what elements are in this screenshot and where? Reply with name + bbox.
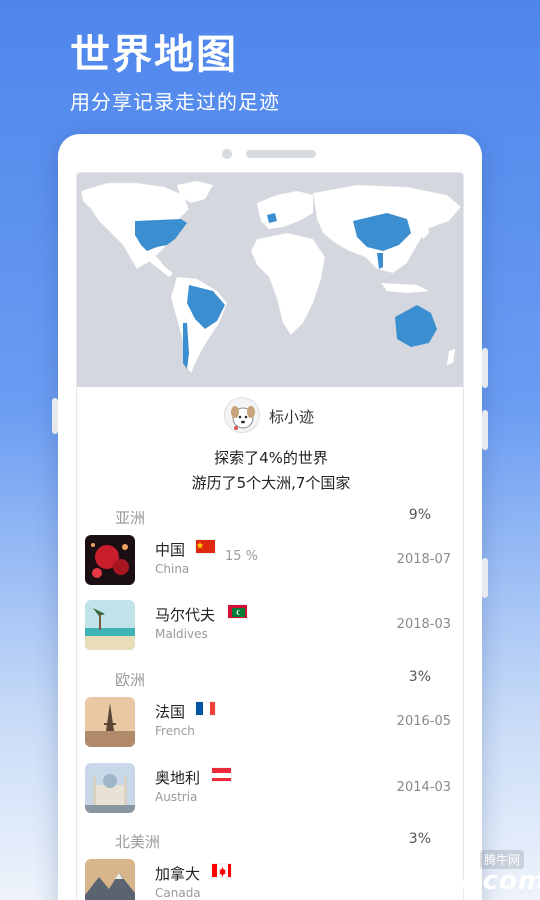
phone-frame: 标小迹 探索了4%的世界 游历了5个大洲,7个国家 亚洲 9% 中国 15 % …	[52, 134, 488, 900]
france-photo	[85, 697, 135, 747]
china-photo	[85, 535, 135, 585]
section-percent: 3%	[408, 669, 431, 685]
list-item-china[interactable]: 中国 15 % China 2018-07	[77, 535, 463, 589]
list-item-maldives[interactable]: 马尔代夫 Maldives 2018-03	[77, 600, 463, 654]
austria-photo	[85, 763, 135, 813]
country-name: 加拿大	[155, 865, 201, 883]
username: 标小迹	[269, 408, 315, 426]
section-name: 北美洲	[115, 833, 161, 851]
visit-date: 2018-03	[396, 617, 451, 632]
section-name: 亚洲	[115, 509, 146, 527]
list-item-austria[interactable]: 奥地利 Austria 2014-03	[77, 763, 463, 817]
canada-flag-icon	[211, 863, 232, 878]
travel-summary-text: 游历了5个大洲,7个国家	[191, 474, 351, 492]
phone-side-button	[52, 398, 58, 434]
app-screen: 标小迹 探索了4%的世界 游历了5个大洲,7个国家 亚洲 9% 中国 15 % …	[76, 172, 464, 900]
map-africa	[250, 232, 326, 336]
map-australia	[395, 305, 437, 347]
france-flag-icon	[195, 701, 216, 716]
watermark-logo-icon: ✦	[336, 850, 373, 900]
country-english-name: Maldives	[155, 627, 208, 641]
list-item-france[interactable]: 法国 French 2016-05	[77, 697, 463, 751]
maldives-flag-icon	[227, 604, 248, 619]
dog-avatar-icon	[231, 406, 255, 430]
country-english-name: French	[155, 724, 195, 738]
map-central-america	[147, 253, 173, 277]
phone-side-button	[482, 558, 488, 598]
section-header-asia[interactable]: 亚洲 9%	[77, 505, 463, 529]
phone-camera	[222, 149, 232, 159]
watermark-text: QQTN.com	[384, 866, 540, 896]
section-header-europe[interactable]: 欧洲 3%	[77, 667, 463, 691]
visit-date: 2014-03	[396, 780, 451, 795]
country-english-name: China	[155, 562, 190, 576]
country-name: 法国	[155, 703, 186, 721]
visit-date: 2018-07	[396, 552, 451, 567]
map-new-zealand	[447, 349, 455, 365]
map-usa	[135, 219, 187, 251]
map-indonesia	[381, 283, 429, 293]
map-europe	[257, 191, 313, 229]
country-english-name: Canada	[155, 886, 201, 900]
explored-percent-text: 探索了4%的世界	[214, 449, 328, 467]
visit-date: 2016-05	[396, 714, 451, 729]
hero-title: 世界地图	[70, 32, 238, 78]
phone-side-button	[482, 348, 488, 388]
section-percent: 3%	[408, 831, 431, 847]
country-percent: 15 %	[225, 549, 259, 564]
country-name: 马尔代夫	[155, 606, 216, 624]
section-name: 欧洲	[115, 671, 146, 689]
phone-speaker	[246, 150, 316, 158]
maldives-photo	[85, 600, 135, 650]
country-name: 中国	[155, 541, 186, 559]
hero-subtitle: 用分享记录走过的足迹	[70, 90, 280, 114]
avatar[interactable]	[224, 397, 260, 433]
profile-row[interactable]: 标小迹	[77, 393, 463, 437]
section-percent: 9%	[408, 507, 431, 523]
austria-flag-icon	[211, 767, 232, 782]
canada-photo	[85, 859, 135, 900]
china-flag-icon	[195, 539, 216, 554]
watermark: ✦ QQTN.com 腾牛网	[330, 846, 540, 900]
country-english-name: Austria	[155, 790, 198, 804]
world-map[interactable]	[77, 173, 463, 387]
watermark-cn: 腾牛网	[480, 850, 525, 869]
phone-side-button	[482, 410, 488, 450]
country-name: 奥地利	[155, 769, 201, 787]
